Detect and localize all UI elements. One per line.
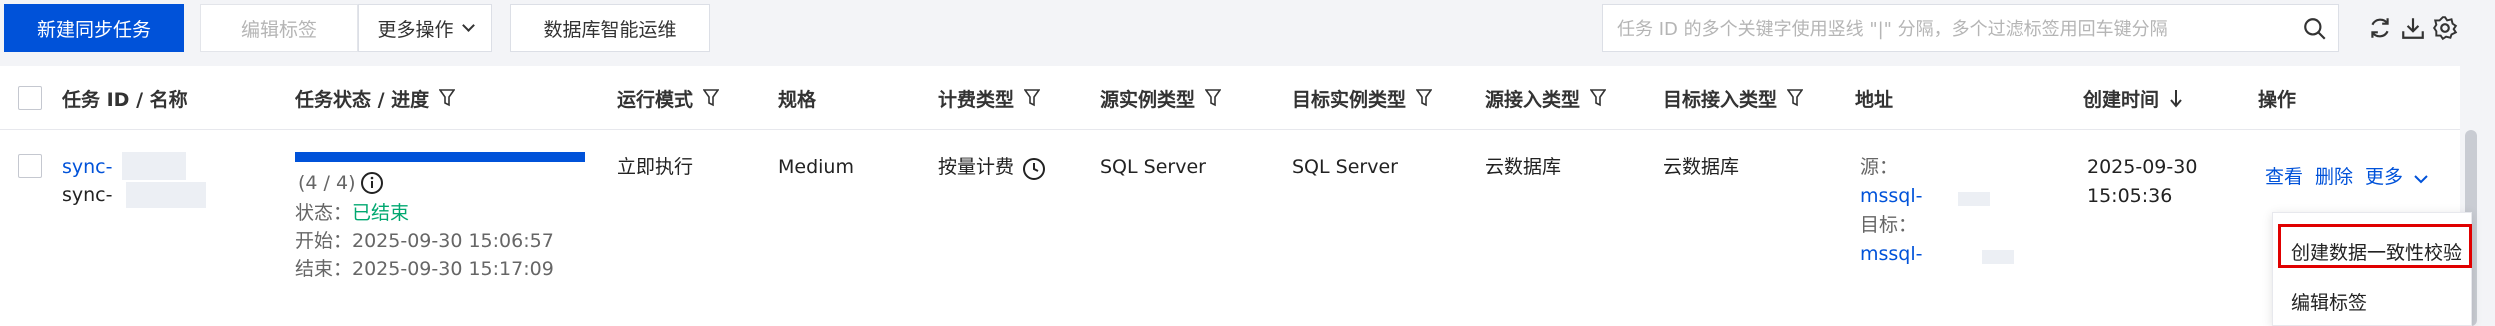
source-label: 源： bbox=[1860, 156, 1899, 178]
row-checkbox[interactable] bbox=[18, 154, 42, 178]
status-value: 已结束 bbox=[352, 202, 410, 224]
delete-link[interactable]: 删除 bbox=[2315, 162, 2353, 192]
header-billing[interactable]: 计费类型 bbox=[938, 66, 1041, 130]
header-target-access-label: 目标接入类型 bbox=[1663, 88, 1778, 111]
target-address-link[interactable]: mssql- bbox=[1860, 239, 1923, 269]
header-target-type[interactable]: 目标实例类型 bbox=[1292, 66, 1433, 130]
search-icon[interactable] bbox=[2302, 16, 2328, 42]
header-source-access-label: 源接入类型 bbox=[1485, 88, 1581, 111]
edit-tags-button[interactable]: 编辑标签 bbox=[200, 4, 358, 52]
created-time: 15:05:36 bbox=[2087, 185, 2173, 207]
clock-icon bbox=[1023, 158, 1045, 180]
header-task: 任务 ID / 名称 bbox=[62, 66, 188, 130]
search-input[interactable]: 任务 ID 的多个关键字使用竖线 "|" 分隔，多个过滤标签用回车键分隔 bbox=[1602, 4, 2339, 52]
header-created-label: 创建时间 bbox=[2083, 88, 2160, 111]
progress-text: (4 / 4) bbox=[298, 172, 356, 194]
header-address: 地址 bbox=[1855, 66, 1893, 130]
search-placeholder: 任务 ID 的多个关键字使用竖线 "|" 分隔，多个过滤标签用回车键分隔 bbox=[1617, 19, 2168, 40]
redacted-block bbox=[1982, 250, 2014, 264]
header-actions: 操作 bbox=[2258, 66, 2296, 130]
more-actions-label: 更多操作 bbox=[377, 18, 454, 41]
highlight-box bbox=[2278, 224, 2472, 268]
view-link[interactable]: 查看 bbox=[2265, 162, 2303, 192]
select-all-checkbox[interactable] bbox=[18, 86, 42, 110]
more-link[interactable]: 更多 bbox=[2365, 162, 2403, 192]
filter-icon[interactable] bbox=[703, 89, 720, 107]
header-mode[interactable]: 运行模式 bbox=[617, 66, 720, 130]
chevron-down-icon[interactable] bbox=[2414, 174, 2428, 184]
start-time: 开始：2025-09-30 15:06:57 bbox=[295, 230, 554, 252]
header-mode-label: 运行模式 bbox=[617, 88, 694, 111]
redacted-block bbox=[122, 152, 186, 180]
header-source-type[interactable]: 源实例类型 bbox=[1100, 66, 1222, 130]
progress-bar bbox=[295, 152, 585, 162]
filter-icon[interactable] bbox=[1205, 89, 1222, 107]
filter-icon[interactable] bbox=[1787, 89, 1804, 107]
header-source-type-label: 源实例类型 bbox=[1100, 88, 1196, 111]
new-sync-task-button[interactable]: 新建同步任务 bbox=[4, 4, 184, 52]
header-status[interactable]: 任务状态 / 进度 bbox=[295, 66, 456, 130]
redacted-block bbox=[126, 182, 206, 208]
header-status-label: 任务状态 / 进度 bbox=[295, 88, 430, 111]
filter-icon[interactable] bbox=[439, 89, 456, 107]
header-task-label: 任务 ID / 名称 bbox=[62, 88, 188, 111]
source-access: 云数据库 bbox=[1485, 156, 1562, 178]
info-icon[interactable] bbox=[360, 171, 384, 195]
target-access: 云数据库 bbox=[1663, 156, 1740, 178]
more-label: 更多 bbox=[2365, 166, 2404, 188]
status-line: 状态：已结束 bbox=[295, 198, 409, 228]
header-spec-label: 规格 bbox=[778, 88, 817, 111]
redacted-block bbox=[1958, 192, 1990, 206]
header-created[interactable]: 创建时间 bbox=[2083, 66, 2183, 130]
created-date: 2025-09-30 bbox=[2087, 156, 2198, 178]
target-type: SQL Server bbox=[1292, 156, 1398, 178]
chevron-down-icon bbox=[461, 19, 475, 32]
source-address-link[interactable]: mssql- bbox=[1860, 181, 1923, 211]
settings-icon[interactable] bbox=[2432, 15, 2458, 41]
header-target-access[interactable]: 目标接入类型 bbox=[1663, 66, 1804, 130]
billing-label: 按量计费 bbox=[938, 156, 1015, 178]
toolbar: 新建同步任务 编辑标签 更多操作 数据库智能运维 任务 ID 的多个关键字使用竖… bbox=[0, 0, 2495, 56]
header-spec: 规格 bbox=[778, 66, 816, 130]
filter-icon[interactable] bbox=[1416, 89, 1433, 107]
header-address-label: 地址 bbox=[1855, 88, 1894, 111]
filter-icon[interactable] bbox=[1590, 89, 1607, 107]
header-source-access[interactable]: 源接入类型 bbox=[1485, 66, 1607, 130]
refresh-icon[interactable] bbox=[2367, 15, 2393, 41]
sort-desc-icon[interactable] bbox=[2169, 88, 2183, 108]
status-label: 状态： bbox=[295, 202, 353, 224]
more-actions-button[interactable]: 更多操作 bbox=[358, 4, 492, 52]
db-ops-button[interactable]: 数据库智能运维 bbox=[510, 4, 710, 52]
end-time: 结束：2025-09-30 15:17:09 bbox=[295, 258, 554, 280]
billing-value: 按量计费 bbox=[938, 152, 1014, 182]
task-name: sync- bbox=[62, 184, 113, 206]
spec-value: Medium bbox=[778, 156, 854, 178]
source-type: SQL Server bbox=[1100, 156, 1206, 178]
task-table: 任务 ID / 名称 任务状态 / 进度 运行模式 规格 计费类型 源实例类型 … bbox=[0, 66, 2477, 326]
download-icon[interactable] bbox=[2400, 15, 2426, 41]
header-actions-label: 操作 bbox=[2258, 88, 2297, 111]
header-target-type-label: 目标实例类型 bbox=[1292, 88, 1407, 111]
filter-icon[interactable] bbox=[1024, 89, 1041, 107]
table-header: 任务 ID / 名称 任务状态 / 进度 运行模式 规格 计费类型 源实例类型 … bbox=[0, 66, 2460, 130]
run-mode: 立即执行 bbox=[617, 156, 694, 178]
task-id-link[interactable]: sync- bbox=[62, 152, 113, 182]
target-label: 目标： bbox=[1860, 214, 1918, 236]
header-billing-label: 计费类型 bbox=[938, 88, 1015, 111]
menu-item-edit-tags[interactable]: 编辑标签 bbox=[2273, 277, 2471, 325]
